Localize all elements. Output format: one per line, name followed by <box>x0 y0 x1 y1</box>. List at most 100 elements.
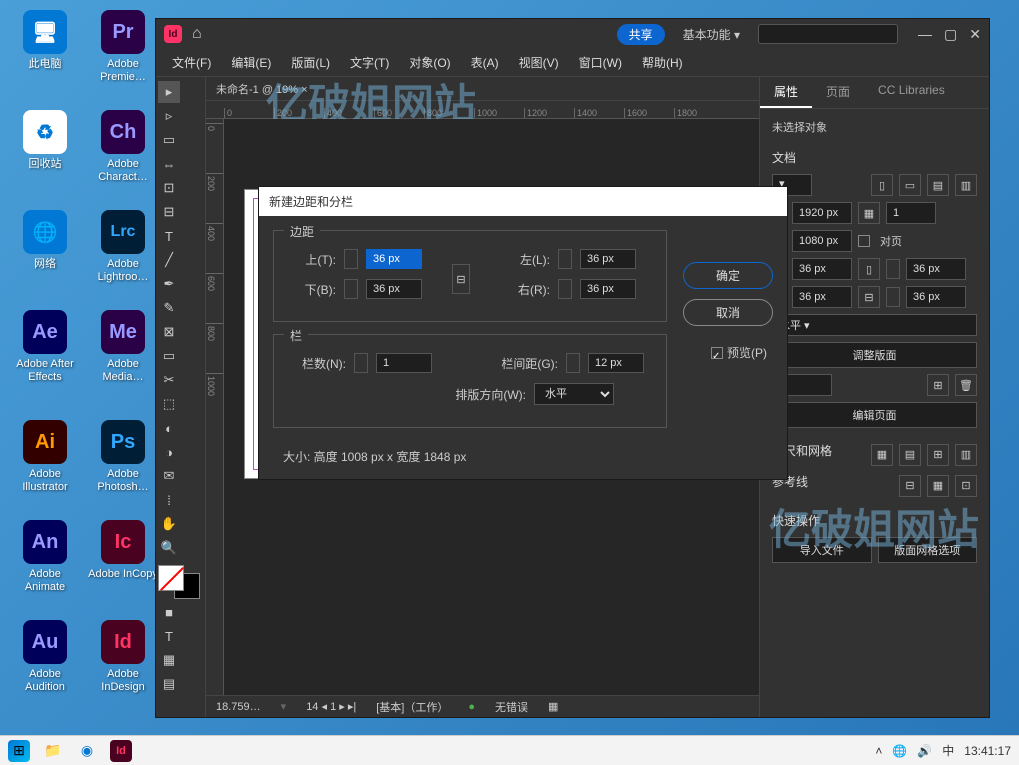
column-count-input[interactable] <box>376 353 432 373</box>
desktop-icon-id[interactable]: IdAdobe InDesign <box>88 620 158 694</box>
search-input[interactable] <box>758 24 898 44</box>
ime-indicator[interactable]: 中 <box>942 742 954 759</box>
selection-tool[interactable]: ▸ <box>158 81 180 103</box>
start-button[interactable]: ⊞ <box>8 740 30 762</box>
line-tool[interactable]: ╱ <box>158 249 180 271</box>
height-field[interactable] <box>792 230 852 252</box>
preview-checkbox[interactable] <box>711 347 723 359</box>
grid-options-button[interactable]: 版面网格选项 <box>878 537 978 563</box>
menu-window[interactable]: 窗口(W) <box>571 50 630 75</box>
menu-view[interactable]: 视图(V) <box>511 50 567 75</box>
edge-icon[interactable]: ◉ <box>76 740 98 762</box>
edit-page-button[interactable]: 编辑页面 <box>772 402 977 428</box>
width-field[interactable] <box>792 202 852 224</box>
close-button[interactable]: ✕ <box>969 26 981 43</box>
gutter-input[interactable] <box>588 353 644 373</box>
menu-table[interactable]: 表(A) <box>463 50 507 75</box>
menu-layout[interactable]: 版面(L) <box>283 50 338 75</box>
grid-icon-4[interactable]: ▥ <box>955 444 977 466</box>
guide-icon-1[interactable]: ⊟ <box>899 475 921 497</box>
margin-top-input[interactable] <box>366 249 422 269</box>
page-tool[interactable]: ▭ <box>158 129 180 151</box>
grid-icon-1[interactable]: ▦ <box>871 444 893 466</box>
note-tool[interactable]: ✉ <box>158 465 180 487</box>
workspace-selector[interactable]: 基本功能 ▾ <box>675 26 748 43</box>
tab-properties[interactable]: 属性 <box>760 77 812 108</box>
content-placer-tool[interactable]: ⊟ <box>158 201 180 223</box>
apply-none-tool[interactable]: T <box>158 625 180 647</box>
direct-selection-tool[interactable]: ▹ <box>158 105 180 127</box>
minimize-button[interactable]: — <box>918 26 932 43</box>
orientation-portrait-icon[interactable]: ▯ <box>871 174 893 196</box>
rectangle-tool[interactable]: ▭ <box>158 345 180 367</box>
margin-top-field[interactable] <box>792 258 852 280</box>
gradient-feather-tool[interactable]: ◑ <box>158 441 180 463</box>
status-layout[interactable]: [基本]（工作） <box>376 699 448 715</box>
col-count-stepper[interactable] <box>354 353 368 373</box>
pencil-tool[interactable]: ✎ <box>158 297 180 319</box>
menu-edit[interactable]: 编辑(E) <box>223 50 279 75</box>
import-file-button[interactable]: 导入文件 <box>772 537 872 563</box>
maximize-button[interactable]: ▢ <box>944 26 957 43</box>
clock[interactable]: 13:41:17 <box>964 744 1011 758</box>
fill-stroke-swatch[interactable] <box>158 565 200 599</box>
link-margins-icon[interactable]: ⊟ <box>452 264 470 294</box>
free-transform-tool[interactable]: ⬚ <box>158 393 180 415</box>
desktop-icon-ic[interactable]: IcAdobe InCopy <box>88 520 158 581</box>
explorer-icon[interactable]: 📁 <box>42 740 64 762</box>
grid-icon-2[interactable]: ▤ <box>899 444 921 466</box>
view-mode-normal[interactable]: ▦ <box>158 649 180 671</box>
pages-field[interactable] <box>886 202 936 224</box>
margin-right-field[interactable] <box>906 286 966 308</box>
gutter-stepper[interactable] <box>566 353 580 373</box>
desktop-icon-lrc[interactable]: LrcAdobe Lightroo… <box>88 210 158 284</box>
guide-icon-2[interactable]: ▦ <box>927 475 949 497</box>
volume-tray-icon[interactable]: 🔊 <box>917 744 932 758</box>
margin-bottom-input[interactable] <box>366 279 422 299</box>
new-page-icon[interactable]: ⊞ <box>927 374 949 396</box>
home-icon[interactable]: ⌂ <box>192 25 202 43</box>
menu-file[interactable]: 文件(F) <box>164 50 219 75</box>
gradient-swatch-tool[interactable]: ◐ <box>158 417 180 439</box>
apply-color-tool[interactable]: ■ <box>158 601 180 623</box>
zoom-level[interactable]: 18.759… <box>216 701 261 713</box>
menu-object[interactable]: 对象(O) <box>401 50 458 75</box>
document-tab[interactable]: 未命名-1 @ 19% × <box>206 77 759 101</box>
gap-tool[interactable]: ⇔ <box>158 153 180 175</box>
type-tool[interactable]: T <box>158 225 180 247</box>
cancel-button[interactable]: 取消 <box>683 299 773 326</box>
desktop-icon-pr[interactable]: PrAdobe Premie… <box>88 10 158 84</box>
desktop-icon-this-pc[interactable]: 🖥此电脑 <box>10 10 80 71</box>
desktop-icon-ch[interactable]: ChAdobe Charact… <box>88 110 158 184</box>
menu-type[interactable]: 文字(T) <box>342 50 397 75</box>
desktop-icon-ai[interactable]: AiAdobe Illustrator <box>10 420 80 494</box>
bottom-stepper[interactable] <box>344 279 358 299</box>
screen-mode-icon[interactable]: ▦ <box>548 700 558 713</box>
view-mode-preview[interactable]: ▤ <box>158 673 180 695</box>
desktop-icon-me[interactable]: MeAdobe Media… <box>88 310 158 384</box>
adjust-layout-button[interactable]: 调整版面 <box>772 342 977 368</box>
binding-icon[interactable]: ▤ <box>927 174 949 196</box>
desktop-icon-an[interactable]: AnAdobe Animate <box>10 520 80 594</box>
top-stepper[interactable] <box>344 249 358 269</box>
tab-pages[interactable]: 页面 <box>812 77 864 108</box>
left-stepper[interactable] <box>558 249 572 269</box>
facing-checkbox[interactable] <box>858 235 870 247</box>
ok-button[interactable]: 确定 <box>683 262 773 289</box>
tab-cc-libraries[interactable]: CC Libraries <box>864 77 959 108</box>
indesign-taskbar-icon[interactable]: Id <box>110 740 132 762</box>
binding-rtl-icon[interactable]: ▥ <box>955 174 977 196</box>
pen-tool[interactable]: ✒ <box>158 273 180 295</box>
delete-page-icon[interactable]: 🗑 <box>955 374 977 396</box>
share-button[interactable]: 共享 <box>617 24 665 45</box>
eyedropper-tool[interactable]: ⁞ <box>158 489 180 511</box>
guide-icon-3[interactable]: ⊡ <box>955 475 977 497</box>
grid-icon-3[interactable]: ⊞ <box>927 444 949 466</box>
tray-chevron-icon[interactable]: ˄ <box>875 744 882 758</box>
margin-right-input[interactable] <box>580 279 636 299</box>
right-stepper[interactable] <box>558 279 572 299</box>
layout-direction-dropdown[interactable]: 水平 ▾ <box>772 314 977 336</box>
menu-help[interactable]: 帮助(H) <box>634 50 691 75</box>
rectangle-frame-tool[interactable]: ⊠ <box>158 321 180 343</box>
desktop-icon-network[interactable]: 🌐网络 <box>10 210 80 271</box>
